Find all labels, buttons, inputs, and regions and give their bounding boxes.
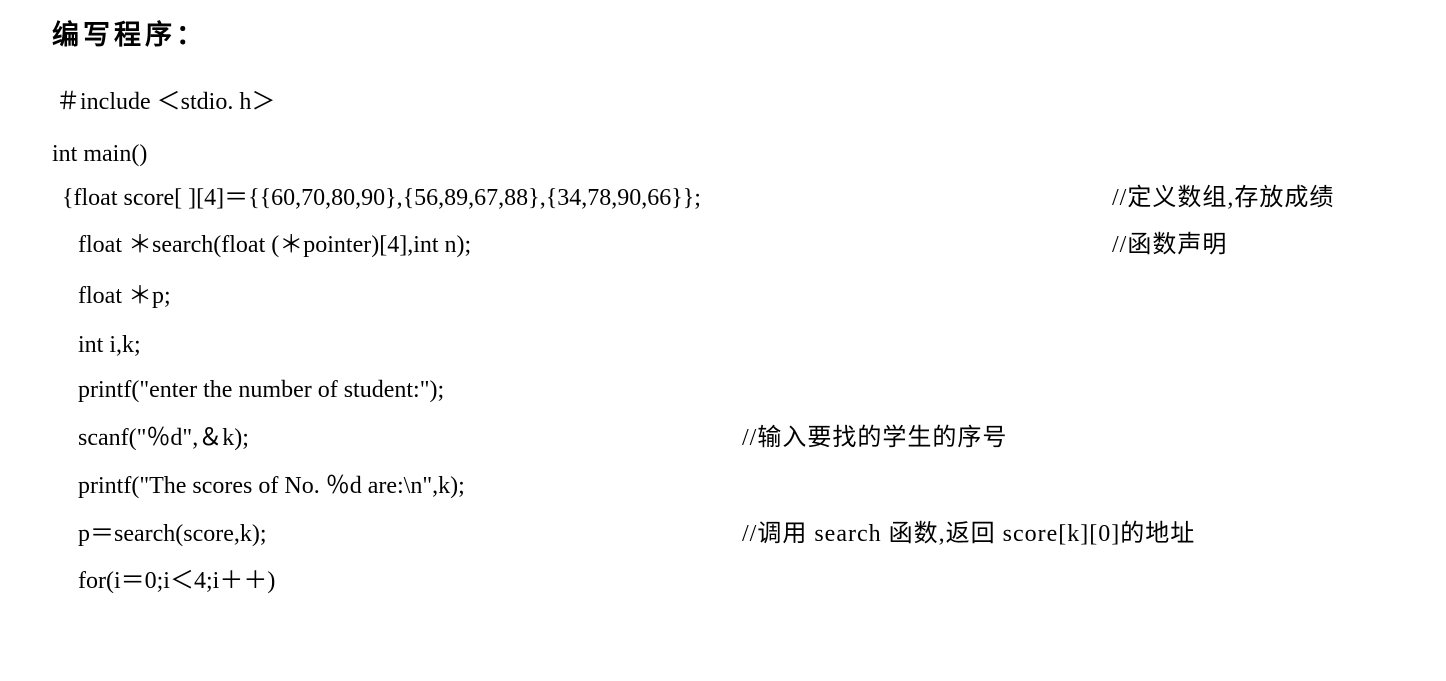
code-text: float ＊search(float (＊pointer)[4],int n)… bbox=[78, 232, 472, 258]
code-text: int i,k; bbox=[78, 332, 141, 358]
code-line: printf("The scores of No. ％d are:\n",k); bbox=[0, 466, 465, 506]
code-text: printf("The scores of No. ％d are:\n",k); bbox=[78, 473, 465, 499]
code-text: printf("enter the number of student:"); bbox=[78, 377, 445, 403]
code-comment: //定义数组,存放成绩 bbox=[1112, 185, 1335, 211]
code-text: float ＊p; bbox=[78, 283, 171, 309]
code-line: for(i＝0;i＜4;i＋＋) bbox=[0, 561, 275, 601]
code-line: scanf("％d",＆k); //输入要找的学生的序号 bbox=[0, 418, 1006, 458]
code-text: int main() bbox=[52, 141, 148, 167]
code-line: p＝search(score,k); //调用 search 函数,返回 sco… bbox=[0, 514, 1194, 554]
code-comment: //函数声明 bbox=[1112, 232, 1228, 258]
code-comment: //调用 search 函数,返回 score[k][0]的地址 bbox=[742, 521, 1196, 547]
code-comment: //输入要找的学生的序号 bbox=[742, 425, 1008, 451]
code-text: for(i＝0;i＜4;i＋＋) bbox=[78, 568, 276, 594]
code-text: ＃include ＜stdio. h＞ bbox=[56, 89, 276, 115]
code-line: ＃include ＜stdio. h＞ bbox=[0, 82, 275, 122]
code-line: int i,k; bbox=[0, 325, 141, 365]
code-text: {float score[ ][4]＝{{60,70,80,90},{56,89… bbox=[62, 185, 701, 211]
code-line: float ＊p; bbox=[0, 276, 171, 316]
code-text: p＝search(score,k); bbox=[78, 521, 267, 547]
code-text: scanf("％d",＆k); bbox=[78, 425, 249, 451]
heading: 编写程序： bbox=[52, 20, 207, 51]
code-line: int main() bbox=[0, 134, 147, 174]
code-line: float ＊search(float (＊pointer)[4],int n)… bbox=[0, 225, 1226, 265]
code-line: printf("enter the number of student:"); bbox=[0, 370, 444, 410]
code-line: {float score[ ][4]＝{{60,70,80,90},{56,89… bbox=[0, 178, 1333, 218]
